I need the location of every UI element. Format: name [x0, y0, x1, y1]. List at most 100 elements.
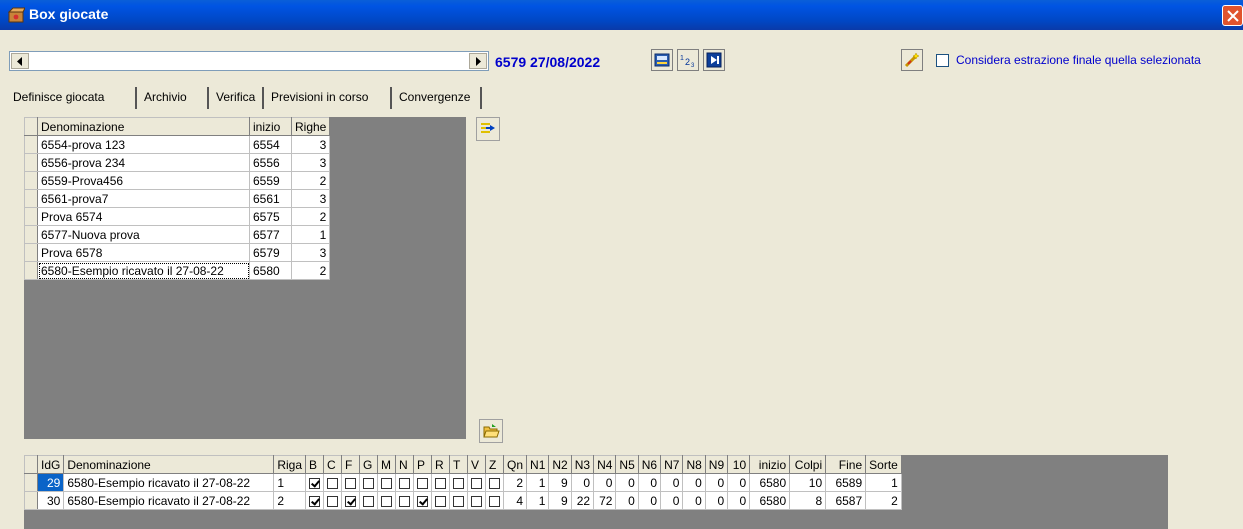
- numbering-button[interactable]: 123: [677, 49, 699, 71]
- col-t[interactable]: T: [449, 455, 469, 474]
- cell-n4[interactable]: 72: [593, 491, 617, 510]
- cell-fine[interactable]: 6589: [825, 473, 867, 492]
- col-p[interactable]: P: [413, 455, 433, 474]
- checkbox-m[interactable]: [381, 477, 393, 489]
- final-extraction-checkbox[interactable]: [936, 54, 949, 67]
- checkbox-n[interactable]: [399, 495, 411, 507]
- scroll-right-button[interactable]: [469, 53, 487, 69]
- checkbox-b[interactable]: [309, 477, 321, 489]
- cell-n2[interactable]: 9: [548, 491, 572, 510]
- cell-denominazione[interactable]: Prova 6578: [37, 243, 250, 262]
- table-row[interactable]: 6554-prova 123 6554 3: [24, 135, 331, 154]
- col-n4[interactable]: N4: [593, 455, 617, 474]
- cell-inizio[interactable]: 6561: [249, 189, 292, 208]
- col-righe[interactable]: Righe: [290, 117, 331, 136]
- step-button[interactable]: [703, 49, 725, 71]
- cell-n6[interactable]: 0: [637, 491, 662, 510]
- checkbox-t[interactable]: [453, 477, 465, 489]
- cell-righe[interactable]: 2: [290, 171, 331, 190]
- checkbox-p[interactable]: [417, 477, 429, 489]
- table-row[interactable]: Prova 6574 6575 2: [24, 207, 331, 226]
- tab-definisce-giocata[interactable]: Definisce giocata: [9, 87, 137, 109]
- cell-n1[interactable]: 1: [526, 473, 550, 492]
- cell-qn[interactable]: 2: [503, 473, 528, 492]
- cell-inizio[interactable]: 6577: [249, 225, 292, 244]
- cell-inizio[interactable]: 6575: [249, 207, 292, 226]
- col-n5[interactable]: N5: [615, 455, 639, 474]
- cell-inizio[interactable]: 6580: [749, 491, 791, 510]
- col-inizio[interactable]: inizio: [249, 117, 292, 136]
- cell-qn[interactable]: 4: [503, 491, 528, 510]
- col-n1[interactable]: N1: [526, 455, 550, 474]
- cell-denominazione-focused[interactable]: 6580-Esempio ricavato il 27-08-22: [37, 261, 250, 280]
- table-row[interactable]: 6580-Esempio ricavato il 27-08-22 6580 2: [24, 261, 331, 280]
- cell-n6[interactable]: 0: [637, 473, 662, 492]
- cell-inizio[interactable]: 6559: [249, 171, 292, 190]
- tab-archivio[interactable]: Archivio: [140, 87, 209, 109]
- checkbox-c[interactable]: [327, 477, 339, 489]
- checkbox-m[interactable]: [381, 495, 393, 507]
- table-row[interactable]: Prova 6578 6579 3: [24, 243, 331, 262]
- col-n9[interactable]: N9: [704, 455, 729, 474]
- checkbox-p[interactable]: [417, 495, 429, 507]
- cell-idg[interactable]: 29: [36, 473, 65, 492]
- checkbox-b[interactable]: [309, 495, 321, 507]
- cell-n9[interactable]: 0: [704, 473, 729, 492]
- col-b[interactable]: B: [305, 455, 325, 474]
- col-v[interactable]: V: [467, 455, 487, 474]
- checkbox-v[interactable]: [471, 477, 483, 489]
- cell-n8[interactable]: 0: [682, 491, 706, 510]
- col-c[interactable]: C: [323, 455, 343, 474]
- col-inizio[interactable]: inizio: [749, 455, 791, 474]
- detail-grid[interactable]: IdG Denominazione Riga B C F G M N P R T…: [24, 455, 1168, 529]
- col-n[interactable]: N: [395, 455, 415, 474]
- checkbox-r[interactable]: [435, 477, 447, 489]
- record-scrollbar[interactable]: [9, 51, 489, 71]
- col-qn[interactable]: Qn: [503, 455, 528, 474]
- checkbox-g[interactable]: [363, 477, 375, 489]
- cell-righe[interactable]: 2: [290, 261, 331, 280]
- cell-n5[interactable]: 0: [615, 491, 639, 510]
- cell-n10[interactable]: 0: [727, 491, 751, 510]
- cell-righe[interactable]: 3: [290, 153, 331, 172]
- cell-n5[interactable]: 0: [615, 473, 639, 492]
- checkbox-g[interactable]: [363, 495, 375, 507]
- col-fine[interactable]: Fine: [825, 455, 867, 474]
- checkbox-f[interactable]: [345, 495, 357, 507]
- cell-n4[interactable]: 0: [593, 473, 617, 492]
- tab-convergenze[interactable]: Convergenze: [395, 87, 482, 109]
- col-z[interactable]: Z: [485, 455, 505, 474]
- cell-colpi[interactable]: 8: [789, 491, 827, 510]
- table-row[interactable]: 6577-Nuova prova 6577 1: [24, 225, 331, 244]
- cell-inizio[interactable]: 6579: [249, 243, 292, 262]
- checkbox-c[interactable]: [327, 495, 339, 507]
- cell-n8[interactable]: 0: [682, 473, 706, 492]
- cell-riga[interactable]: 2: [273, 491, 307, 510]
- close-button[interactable]: [1222, 5, 1243, 26]
- checkbox-n[interactable]: [399, 477, 411, 489]
- scroll-left-button[interactable]: [11, 53, 29, 69]
- checkbox-z[interactable]: [489, 495, 501, 507]
- checkbox-v[interactable]: [471, 495, 483, 507]
- checkbox-r[interactable]: [435, 495, 447, 507]
- cell-colpi[interactable]: 10: [789, 473, 827, 492]
- cell-idg[interactable]: 30: [36, 491, 65, 510]
- col-r[interactable]: R: [431, 455, 451, 474]
- col-f[interactable]: F: [341, 455, 361, 474]
- cell-inizio[interactable]: 6556: [249, 153, 292, 172]
- cell-denominazione[interactable]: 6554-prova 123: [37, 135, 250, 154]
- cell-sorte[interactable]: 2: [865, 491, 902, 510]
- col-g[interactable]: G: [359, 455, 379, 474]
- col-sorte[interactable]: Sorte: [865, 455, 902, 474]
- table-row[interactable]: 29 6580-Esempio ricavato il 27-08-22 1 2 1 9 0…: [24, 473, 902, 492]
- col-idg[interactable]: IdG: [36, 455, 65, 474]
- tab-verifica[interactable]: Verifica: [212, 87, 264, 109]
- cell-fine[interactable]: 6587: [825, 491, 867, 510]
- cell-n2[interactable]: 9: [548, 473, 572, 492]
- export-button[interactable]: [476, 117, 500, 141]
- tab-previsioni-in-corso[interactable]: Previsioni in corso: [267, 87, 392, 109]
- open-folder-button[interactable]: [479, 419, 503, 443]
- cell-denominazione[interactable]: 6561-prova7: [37, 189, 250, 208]
- cell-denominazione[interactable]: 6556-prova 234: [37, 153, 250, 172]
- col-riga[interactable]: Riga: [273, 455, 307, 474]
